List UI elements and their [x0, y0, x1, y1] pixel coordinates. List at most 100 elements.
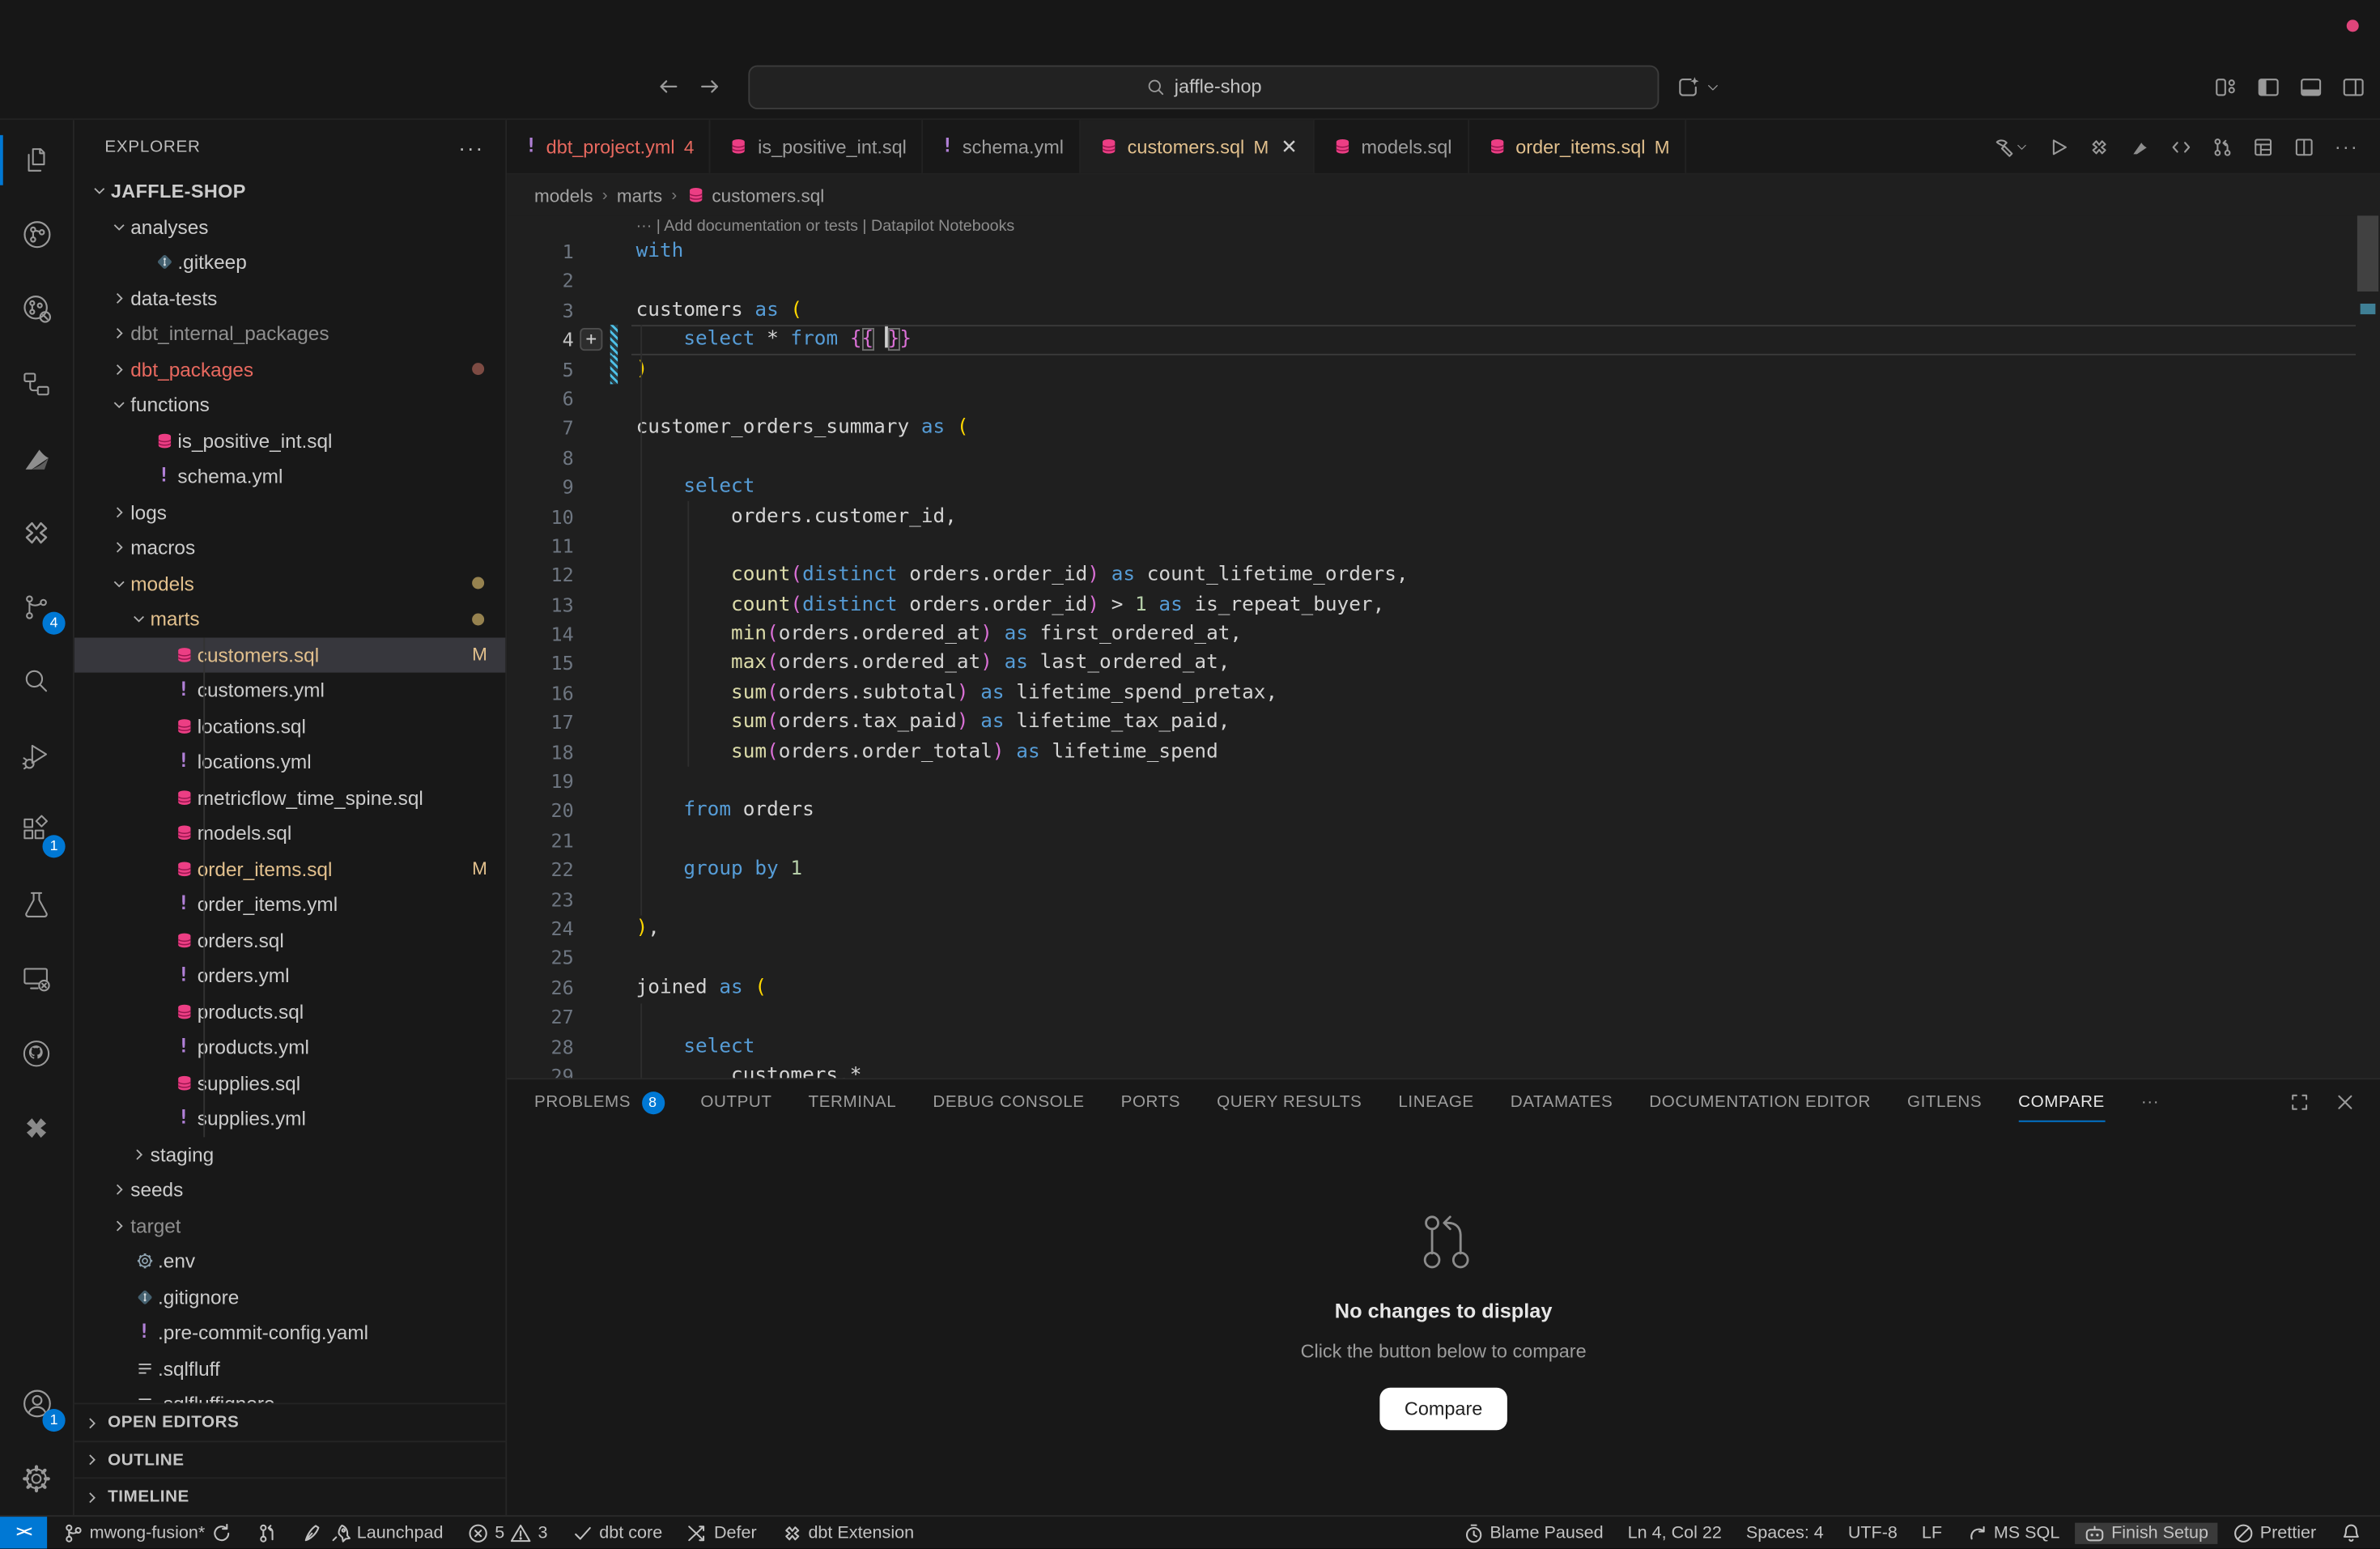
sidebar-section-open-editors[interactable]: OPEN EDITORS [74, 1405, 506, 1440]
sidebar-section-outline[interactable]: OUTLINE [74, 1440, 506, 1478]
tree-item-order-items-yml[interactable]: !order_items.yml [74, 887, 506, 922]
customize-layout-icon[interactable] [2215, 75, 2238, 98]
tree-item-target[interactable]: target [74, 1208, 506, 1244]
panel-tab-gitlens[interactable]: GITLENS [1907, 1079, 1982, 1125]
editor-scrollbar[interactable] [2356, 215, 2380, 1078]
copilot-menu[interactable] [1676, 74, 1719, 100]
tree-item--sqlfluff[interactable]: .sqlfluff [74, 1351, 506, 1386]
breadcrumb-item[interactable]: customers.sql [686, 185, 825, 206]
tree-item-supplies-yml[interactable]: !supplies.yml [74, 1100, 506, 1136]
status-item-git-branch[interactable]: mwong-fusion* [53, 1522, 242, 1543]
activity-item-source-control[interactable]: 4 [0, 569, 73, 644]
activity-item-testing[interactable] [0, 867, 73, 942]
tree-item--sqlfluffignore[interactable]: .sqlfluffignore [74, 1386, 506, 1403]
panel-tab-compare[interactable]: COMPARE [2018, 1079, 2105, 1125]
split-editor-icon[interactable] [2293, 136, 2314, 157]
tree-item-jaffle-shop[interactable]: JAFFLE-SHOP [74, 173, 506, 209]
activity-item-run-debug[interactable] [0, 718, 73, 793]
scrollbar-slider[interactable] [2357, 215, 2378, 292]
tree-item-marts[interactable]: marts [74, 602, 506, 637]
tree-item-analyses[interactable]: analyses [74, 209, 506, 245]
status-item-cursor-position[interactable]: Ln 4, Col 22 [1618, 1524, 1731, 1543]
tree-item-logs[interactable]: logs [74, 494, 506, 530]
tree-item-customers-sql[interactable]: customers.sqlM [74, 637, 506, 673]
remote-indicator[interactable]: >< [0, 1517, 47, 1548]
status-item-dbt-core[interactable]: dbt core [563, 1522, 671, 1543]
dbt-power-user-icon[interactable] [2089, 136, 2110, 157]
editor-tab-order-items-sql[interactable]: order_items.sqlM [1468, 120, 1686, 173]
tree-item-orders-yml[interactable]: !orders.yml [74, 958, 506, 994]
code-editor[interactable]: ··· | Add documentation or tests | Datap… [507, 215, 2380, 1078]
activity-item-dbt[interactable] [0, 420, 73, 495]
maximize-panel-icon[interactable] [2289, 1092, 2310, 1113]
status-item-defer[interactable]: Defer [678, 1522, 766, 1543]
breadcrumb[interactable]: models›marts›customers.sql [507, 175, 2380, 216]
editor-tab-customers-sql[interactable]: customers.sqlM✕ [1081, 120, 1315, 173]
tree-item-orders-sql[interactable]: orders.sql [74, 922, 506, 958]
build-icon[interactable] [1993, 136, 2028, 157]
panel-tab-debug-console[interactable]: DEBUG CONSOLE [933, 1079, 1084, 1125]
forward-arrow-icon[interactable] [699, 74, 723, 99]
status-item-language-mode[interactable]: MS SQL [1957, 1522, 2069, 1543]
panel-tab-output[interactable]: OUTPUT [700, 1079, 771, 1125]
activity-item-flow-diagram[interactable] [0, 347, 73, 421]
panel-tab-documentation-editor[interactable]: DOCUMENTATION EDITOR [1649, 1079, 1871, 1125]
more-actions-icon[interactable]: ··· [2335, 135, 2359, 158]
tree-item-dbt-packages[interactable]: dbt_packages [74, 351, 506, 387]
panel-tab--[interactable]: ··· [2141, 1079, 2159, 1125]
tree-item-order-items-sql[interactable]: order_items.sqlM [74, 851, 506, 887]
tree-item-products-yml[interactable]: !products.yml [74, 1029, 506, 1065]
tree-item-models-sql[interactable]: models.sql [74, 815, 506, 851]
tree-item-models[interactable]: models [74, 565, 506, 601]
compare-button[interactable]: Compare [1380, 1387, 1507, 1430]
status-item-dbt-extension[interactable]: dbt Extension [771, 1522, 923, 1543]
codelens-actions[interactable]: ··· | Add documentation or tests | Datap… [507, 215, 2380, 236]
tree-item--gitignore[interactable]: .gitignore [74, 1279, 506, 1315]
git-pull-request-icon[interactable] [2212, 136, 2233, 157]
toggle-secondary-sidebar-icon[interactable] [2342, 75, 2365, 98]
tree-item-products-sql[interactable]: products.sql [74, 994, 506, 1029]
panel-tab-terminal[interactable]: TERMINAL [809, 1079, 897, 1125]
tree-item-metricflow-time-spine-sql[interactable]: metricflow_time_spine.sql [74, 780, 506, 815]
editor-tab-is-positive-int-sql[interactable]: is_positive_int.sql [711, 120, 923, 173]
breadcrumb-item[interactable]: marts [617, 185, 662, 206]
status-item-finish-setup[interactable]: Finish Setup [2075, 1522, 2217, 1543]
activity-item-extensions[interactable]: 1 [0, 793, 73, 867]
tree-item-locations-sql[interactable]: locations.sql [74, 709, 506, 744]
activity-item-remote-explorer[interactable] [0, 942, 73, 1016]
run-model-icon[interactable] [2047, 136, 2068, 157]
query-results-icon[interactable] [2253, 136, 2274, 157]
add-comment-button[interactable]: + [580, 328, 602, 351]
status-item-encoding[interactable]: UTF-8 [1839, 1524, 1907, 1543]
status-item-blame[interactable]: Blame Paused [1453, 1522, 1612, 1543]
status-item-problems[interactable]: 53 [458, 1522, 557, 1543]
activity-item-github[interactable] [0, 1015, 73, 1090]
explorer-more-icon[interactable]: ··· [458, 134, 484, 159]
editor-tab-dbt-project-yml[interactable]: !dbt_project.yml4 [507, 120, 711, 173]
activity-item-model-graph[interactable] [0, 198, 73, 272]
activity-item-dbt-power-user[interactable] [0, 495, 73, 569]
activity-item-accounts[interactable]: 1 [0, 1367, 73, 1441]
tree-item-is-positive-int-sql[interactable]: is_positive_int.sql [74, 423, 506, 458]
tree-item-functions[interactable]: functions [74, 387, 506, 423]
activity-item-dbt-x[interactable] [0, 1090, 73, 1164]
tree-item--gitkeep[interactable]: .gitkeep [74, 245, 506, 280]
command-center-search[interactable]: jaffle-shop [748, 65, 1659, 109]
toggle-panel-icon[interactable] [2300, 75, 2323, 98]
activity-item-explorer[interactable] [0, 123, 73, 198]
status-item-compare-changes[interactable] [248, 1522, 287, 1543]
editor-tab-schema-yml[interactable]: !schema.yml [923, 120, 1080, 173]
tree-item-staging[interactable]: staging [74, 1136, 506, 1172]
panel-tab-lineage[interactable]: LINEAGE [1398, 1079, 1473, 1125]
tree-item-seeds[interactable]: seeds [74, 1172, 506, 1208]
close-icon[interactable]: ✕ [1281, 134, 1297, 159]
activity-item-lineage-explorer[interactable] [0, 272, 73, 347]
panel-tab-problems[interactable]: PROBLEMS8 [534, 1079, 664, 1125]
panel-tab-ports[interactable]: PORTS [1121, 1079, 1181, 1125]
status-item-indentation[interactable]: Spaces: 4 [1737, 1524, 1833, 1543]
tree-item-customers-yml[interactable]: !customers.yml [74, 673, 506, 709]
tree-item-macros[interactable]: macros [74, 530, 506, 565]
dbt-icon[interactable] [2130, 136, 2151, 157]
activity-item-search[interactable] [0, 644, 73, 718]
sidebar-section-timeline[interactable]: TIMELINE [74, 1478, 506, 1515]
